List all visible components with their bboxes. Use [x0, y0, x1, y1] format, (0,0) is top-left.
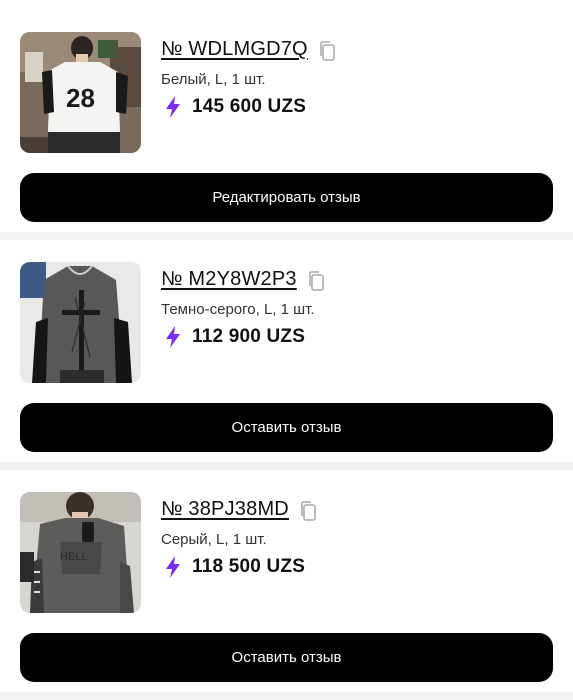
copy-icon[interactable] — [318, 40, 336, 62]
order-number-row: № 38PJ38MD — [161, 496, 317, 522]
order-info: № WDLMGD7Q Белый, L, 1 шт. 145 600 UZS — [161, 36, 336, 118]
order-number-row: № M2Y8W2P3 — [161, 266, 325, 292]
order-number[interactable]: № M2Y8W2P3 — [161, 268, 297, 291]
svg-text:HELL: HELL — [60, 551, 88, 563]
order-card: HELL № 38PJ38MD Серый, L, 1 шт. 118 500 … — [0, 470, 573, 692]
copy-icon[interactable] — [307, 270, 325, 292]
order-variant: Темно-серого, L, 1 шт. — [161, 301, 315, 318]
lightning-bolt-icon — [166, 326, 180, 348]
svg-text:28: 28 — [66, 83, 95, 113]
order-price: 145 600 UZS — [192, 96, 307, 117]
leave-review-button[interactable]: Оставить отзыв — [20, 403, 553, 452]
order-number[interactable]: № WDLMGD7Q — [161, 38, 308, 61]
order-info: № 38PJ38MD Серый, L, 1 шт. 118 500 UZS — [161, 496, 317, 578]
price-row: 112 900 UZS — [161, 326, 325, 348]
product-image[interactable] — [20, 262, 141, 383]
copy-icon[interactable] — [299, 500, 317, 522]
order-variant: Белый, L, 1 шт. — [161, 71, 266, 88]
lightning-bolt-icon — [166, 96, 180, 118]
order-number-row: № WDLMGD7Q — [161, 36, 336, 62]
price-row: 145 600 UZS — [161, 96, 336, 118]
leave-review-button[interactable]: Оставить отзыв — [20, 633, 553, 682]
order-number[interactable]: № 38PJ38MD — [161, 498, 289, 521]
order-variant: Серый, L, 1 шт. — [161, 531, 267, 548]
order-price: 112 900 UZS — [192, 326, 306, 347]
price-row: 118 500 UZS — [161, 556, 317, 578]
order-price: 118 500 UZS — [192, 556, 306, 577]
lightning-bolt-icon — [166, 556, 180, 578]
edit-review-button[interactable]: Редактировать отзыв — [20, 173, 553, 222]
order-info: № M2Y8W2P3 Темно-серого, L, 1 шт. 112 90… — [161, 266, 325, 348]
order-card: № M2Y8W2P3 Темно-серого, L, 1 шт. 112 90… — [0, 240, 573, 462]
order-card: 28 № WDLMGD7Q Белый, L, 1 шт. 145 600 UZ… — [0, 0, 573, 232]
product-image[interactable]: HELL — [20, 492, 141, 613]
product-image[interactable]: 28 — [20, 32, 141, 153]
orders-list: 28 № WDLMGD7Q Белый, L, 1 шт. 145 600 UZ… — [0, 0, 573, 700]
